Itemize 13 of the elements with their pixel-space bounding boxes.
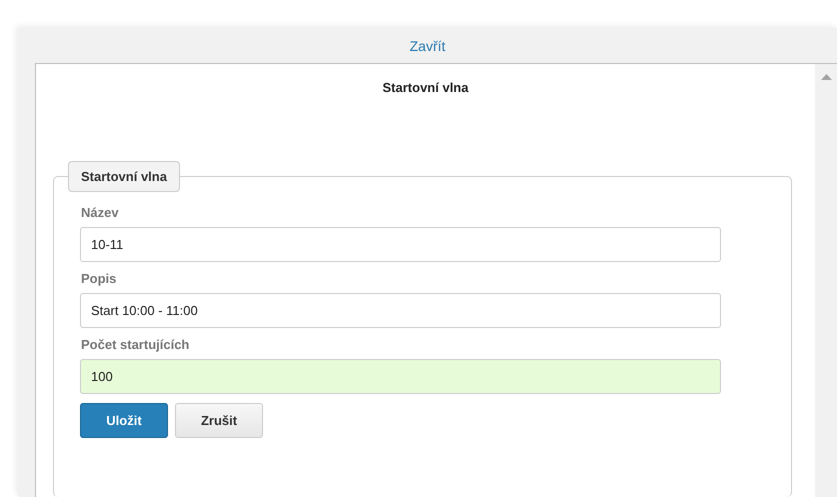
input-field[interactable]: Start 10:00 - 11:00	[80, 293, 721, 328]
dialog-title: Startovní vlna	[382, 79, 470, 97]
field-label: Název	[81, 205, 120, 220]
field-label: Popis	[81, 271, 118, 286]
field-label: Počet startujících	[81, 337, 190, 352]
scrollbar[interactable]	[815, 64, 837, 497]
scroll-up-icon[interactable]	[820, 74, 832, 80]
close-link[interactable]: Zavřít	[410, 38, 446, 54]
cancel-button[interactable]: Zrušit	[175, 403, 263, 438]
save-button[interactable]: Uložit	[80, 403, 168, 438]
fieldset-legend: Startovní vlna	[68, 161, 180, 192]
input-field[interactable]: 100	[80, 359, 721, 394]
input-field[interactable]: 10-11	[80, 227, 721, 262]
